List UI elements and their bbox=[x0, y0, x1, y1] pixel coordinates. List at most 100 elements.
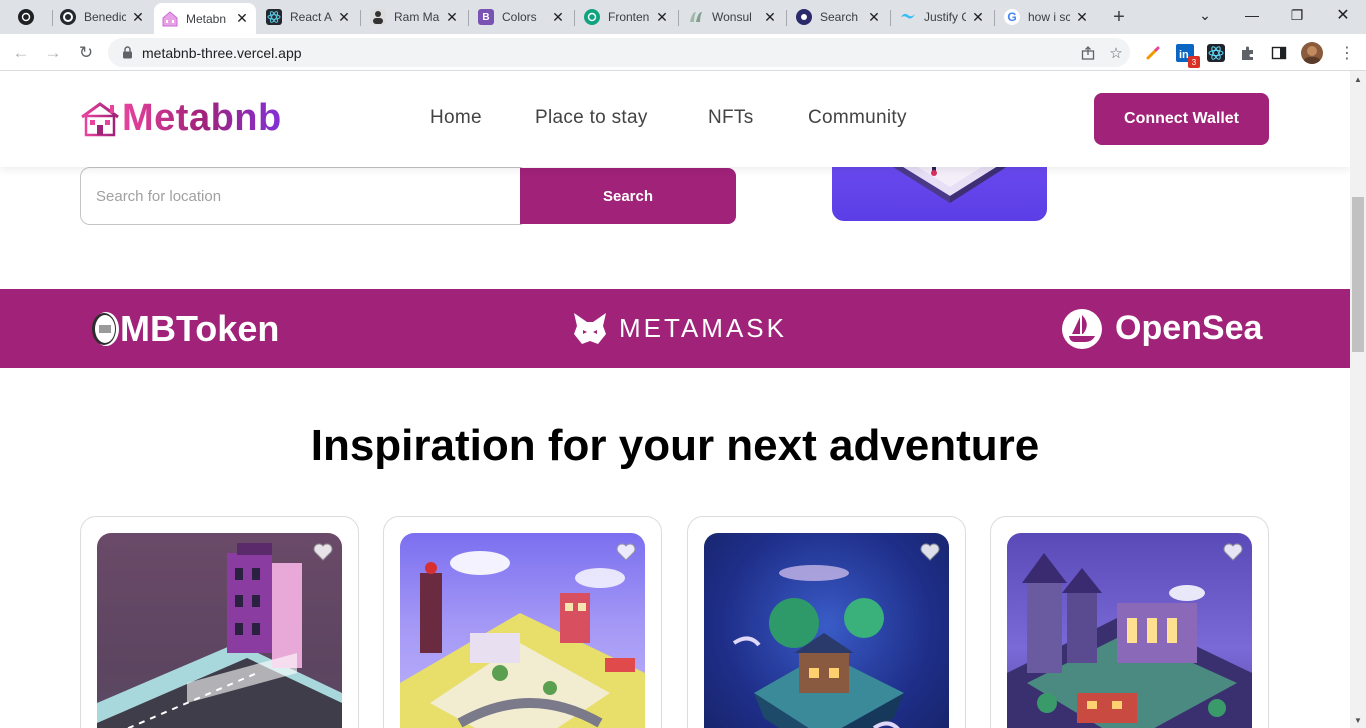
browser-toolbar: ← → ↻ metabnb-three.vercel.app ☆ in 3 ⋮ bbox=[0, 34, 1366, 71]
tab-title: Search bbox=[820, 10, 859, 24]
browser-tab[interactable]: Fronten ✕ bbox=[576, 3, 676, 31]
minimize-icon[interactable]: — bbox=[1237, 4, 1267, 26]
listing-image bbox=[97, 533, 342, 728]
fox-icon bbox=[574, 312, 606, 344]
nav-nfts[interactable]: NFTs bbox=[708, 107, 754, 129]
heart-icon[interactable] bbox=[920, 543, 940, 561]
tab-title: Wonsul bbox=[712, 10, 752, 24]
listing-image bbox=[400, 533, 645, 728]
search-button[interactable]: Search bbox=[520, 168, 736, 224]
close-tab-icon[interactable]: ✕ bbox=[336, 9, 352, 25]
close-window-icon[interactable]: ✕ bbox=[1328, 4, 1358, 26]
sidepanel-icon[interactable] bbox=[1268, 42, 1290, 64]
connect-wallet-button[interactable]: Connect Wallet bbox=[1094, 93, 1269, 145]
linkedin-icon[interactable]: in 3 bbox=[1174, 42, 1200, 68]
nav-place-to-stay[interactable]: Place to stay bbox=[535, 107, 648, 129]
url-text: metabnb-three.vercel.app bbox=[142, 44, 302, 61]
location-search-input[interactable]: Search for location bbox=[80, 167, 522, 225]
close-tab-icon[interactable]: ✕ bbox=[654, 9, 670, 25]
tab-title: Metabn bbox=[186, 11, 227, 26]
google-icon: G bbox=[1004, 9, 1020, 25]
logo[interactable]: Metabnb bbox=[80, 97, 282, 140]
close-tab-icon[interactable]: ✕ bbox=[1074, 9, 1090, 25]
profile-avatar[interactable] bbox=[1301, 42, 1323, 64]
browser-tab[interactable]: Benedic ✕ bbox=[52, 3, 152, 31]
search-site-icon bbox=[796, 9, 812, 25]
leaf-icon bbox=[688, 9, 704, 25]
browser-tab[interactable]: React A ✕ bbox=[258, 3, 358, 31]
nav-community[interactable]: Community bbox=[808, 107, 907, 129]
scroll-down-arrow-icon[interactable]: ▼ bbox=[1350, 712, 1366, 728]
react-devtools-icon[interactable] bbox=[1205, 42, 1227, 64]
heart-icon[interactable] bbox=[616, 543, 636, 561]
listing-card[interactable] bbox=[80, 516, 359, 728]
opensea-text: OpenSea bbox=[1115, 309, 1263, 347]
close-tab-icon[interactable]: ✕ bbox=[444, 9, 460, 25]
browser-tab[interactable]: Wonsul ✕ bbox=[680, 3, 784, 31]
nav-home[interactable]: Home bbox=[430, 107, 482, 129]
heart-icon[interactable] bbox=[1223, 543, 1243, 561]
scroll-up-arrow-icon[interactable]: ▲ bbox=[1350, 71, 1366, 87]
mbtoken-logo: MBToken bbox=[90, 289, 279, 368]
puzzle-icon[interactable] bbox=[1237, 42, 1259, 64]
heart-icon[interactable] bbox=[313, 543, 333, 561]
restore-icon[interactable]: ❐ bbox=[1282, 4, 1312, 26]
share-icon[interactable] bbox=[1074, 41, 1102, 65]
browser-tab[interactable]: Ram Ma ✕ bbox=[362, 3, 466, 31]
reload-icon[interactable]: ↻ bbox=[73, 40, 99, 66]
bookmark-star-icon[interactable]: ☆ bbox=[1102, 41, 1130, 65]
site-header: Metabnb Home Place to stay NFTs Communit… bbox=[0, 71, 1350, 167]
address-bar[interactable]: metabnb-three.vercel.app ☆ bbox=[108, 38, 1130, 67]
metamask-logo: METAMASK bbox=[571, 289, 787, 368]
page-scrollbar[interactable]: ▲ ▼ bbox=[1350, 71, 1366, 728]
tab-title: Ram Ma bbox=[394, 10, 440, 24]
tab-search-chevron-icon[interactable]: ⌄ bbox=[1190, 4, 1220, 26]
close-tab-icon[interactable]: ✕ bbox=[550, 9, 566, 25]
browser-menu-icon[interactable]: ⋮ bbox=[1336, 42, 1358, 64]
close-tab-icon[interactable]: ✕ bbox=[762, 9, 778, 25]
browser-tab[interactable]: G how i sc ✕ bbox=[996, 3, 1096, 31]
logo-text: Metabnb bbox=[122, 97, 282, 139]
tab-title: Justify C bbox=[924, 10, 966, 24]
listing-image bbox=[1007, 533, 1252, 728]
tab-title: React A bbox=[290, 10, 332, 24]
linkedin-badge: 3 bbox=[1188, 56, 1200, 68]
browser-tab[interactable]: Search ✕ bbox=[788, 3, 888, 31]
listing-card[interactable] bbox=[990, 516, 1269, 728]
listing-image bbox=[704, 533, 949, 728]
listing-card[interactable] bbox=[383, 516, 662, 728]
close-tab-icon[interactable]: ✕ bbox=[130, 9, 146, 25]
react-icon bbox=[266, 9, 282, 25]
bootstrap-icon: B bbox=[478, 9, 494, 25]
forward-arrow-icon[interactable]: → bbox=[40, 40, 66, 66]
browser-tab-chatgpt[interactable] bbox=[10, 3, 50, 31]
listing-card[interactable] bbox=[687, 516, 966, 728]
opensea-ship-icon bbox=[1062, 308, 1102, 349]
mbtoken-text: MBToken bbox=[120, 307, 280, 349]
house-logo-icon bbox=[81, 101, 119, 136]
chatgpt-icon bbox=[584, 9, 600, 25]
close-tab-icon[interactable]: ✕ bbox=[234, 10, 250, 27]
colorpicker-icon[interactable] bbox=[1142, 42, 1164, 64]
tab-title: Fronten bbox=[608, 10, 650, 24]
back-arrow-icon[interactable]: ← bbox=[8, 40, 34, 66]
chatgpt-icon bbox=[18, 9, 34, 25]
tab-title: Benedic bbox=[84, 10, 126, 24]
opensea-logo: OpenSea bbox=[1061, 289, 1262, 368]
browser-tab-strip: Benedic ✕ Metabn ✕ React A ✕ Ram Ma ✕ B … bbox=[0, 0, 1366, 34]
browser-tab[interactable]: B Colors ✕ bbox=[470, 3, 572, 31]
github-icon bbox=[60, 9, 76, 25]
partners-band: MBToken METAMASK OpenSea bbox=[0, 289, 1350, 368]
metabnb-icon bbox=[162, 10, 178, 27]
avatar-icon bbox=[370, 9, 386, 25]
browser-tab-active[interactable]: Metabn ✕ bbox=[154, 3, 256, 34]
new-tab-button[interactable]: + bbox=[1106, 4, 1132, 30]
tab-title: how i sc bbox=[1028, 10, 1070, 24]
browser-tab[interactable]: Justify C ✕ bbox=[892, 3, 992, 31]
close-tab-icon[interactable]: ✕ bbox=[866, 9, 882, 25]
section-heading: Inspiration for your next adventure bbox=[310, 421, 1040, 470]
page-viewport: Metabnb Home Place to stay NFTs Communit… bbox=[0, 71, 1350, 728]
scrollbar-thumb[interactable] bbox=[1352, 197, 1364, 352]
close-tab-icon[interactable]: ✕ bbox=[970, 9, 986, 25]
tab-title: Colors bbox=[502, 10, 537, 24]
